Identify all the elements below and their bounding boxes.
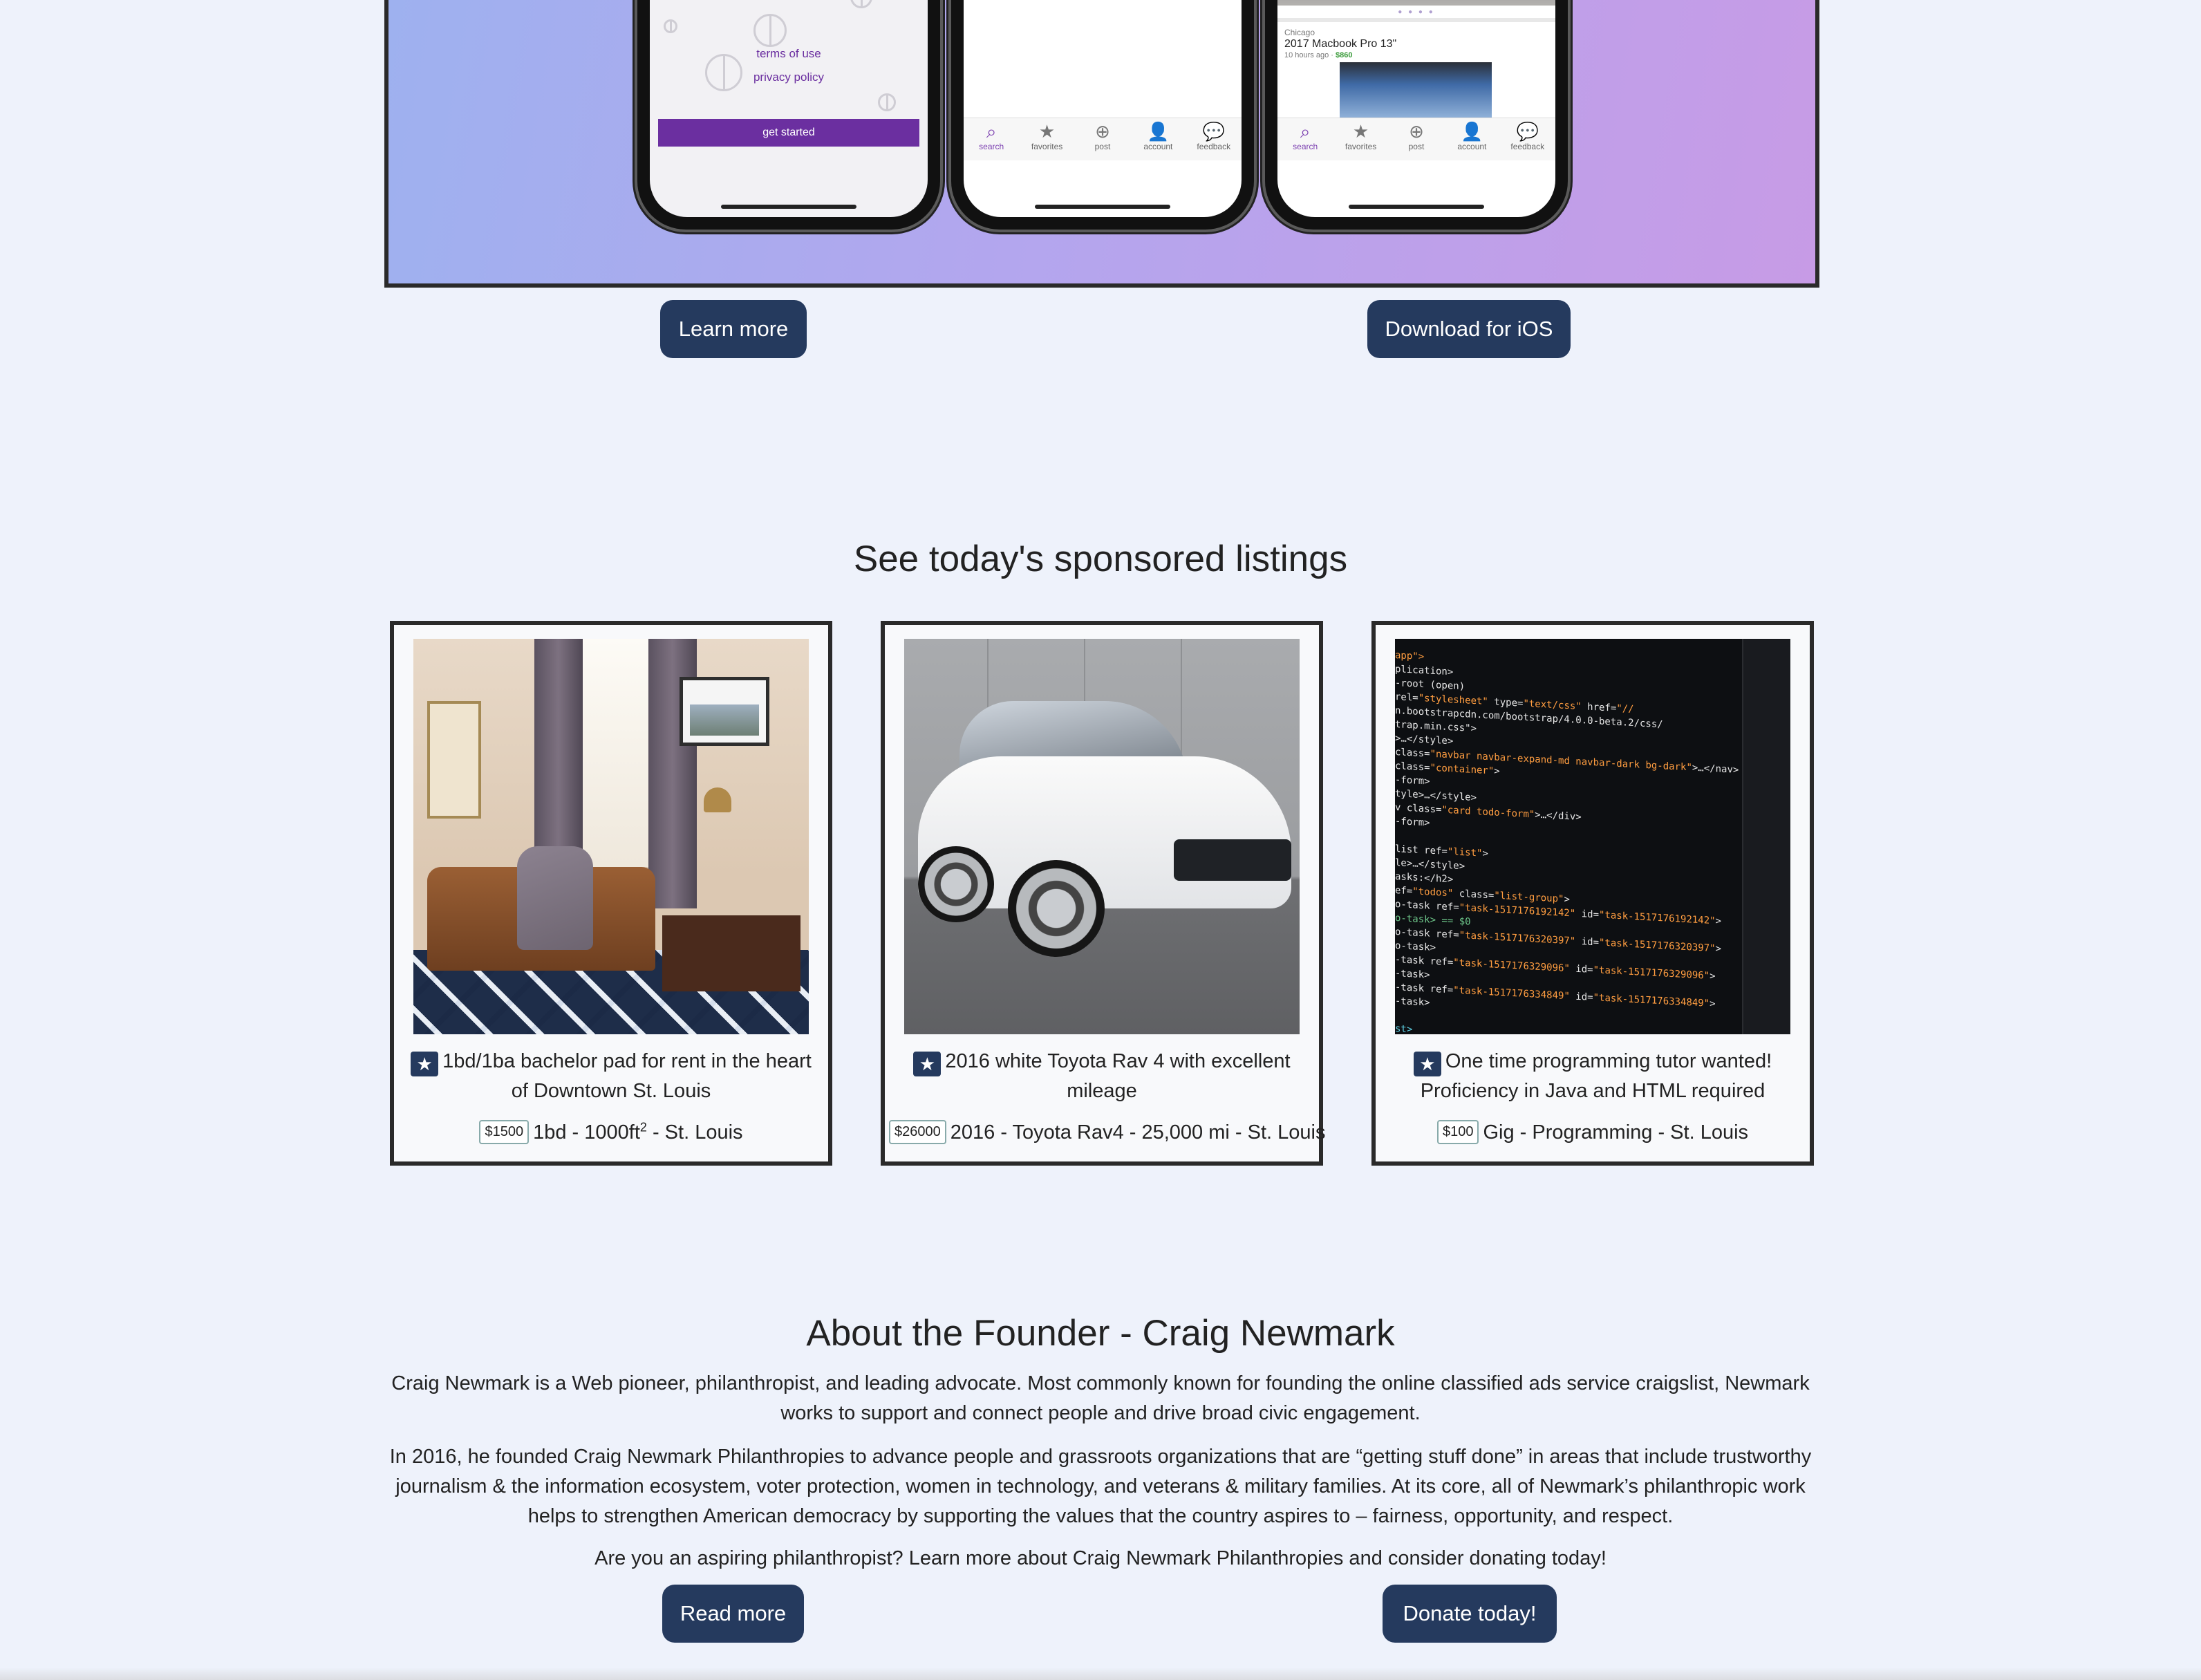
tab-feedback[interactable]: 💬 feedback <box>1501 118 1554 160</box>
listing-meta: 10 hours ago · $860 <box>1284 51 1353 59</box>
sponsored-star-icon: ★ <box>411 1052 439 1076</box>
price-badge: $1500 <box>479 1120 530 1144</box>
living-room-photo[interactable] <box>413 639 809 1034</box>
listing-city: Chicago <box>1284 28 1315 37</box>
tab-feedback[interactable]: 💬 feedback <box>1188 118 1240 160</box>
about-founder-heading: About the Founder - Craig Newmark <box>806 1313 1395 1354</box>
about-paragraph-3: Are you an aspiring philanthropist? Lear… <box>594 1547 1607 1569</box>
phone-screen: terms of use privacy policy get started <box>650 0 928 217</box>
price-badge: $26000 <box>889 1120 946 1144</box>
peace-pattern-icon <box>753 14 787 47</box>
person-icon: 👤 <box>1147 121 1170 142</box>
phone-mockup-empty: services ⌕search ★favorites ⊕post 👤accou… <box>951 0 1254 230</box>
home-indicator <box>721 205 856 209</box>
chat-bubbles-icon: 💬 <box>1202 121 1225 142</box>
tab-bar: ⌕ search ★ favorites ⊕ post 👤 account 💬 feedb… <box>964 118 1242 160</box>
listing-meta: $26000 2016 - Toyota Rav4 - 25,000 mi - S… <box>889 1120 1325 1144</box>
listing-meta: $1500 1bd - 1000ft2 - St. Louis <box>398 1120 824 1144</box>
star-icon: ★ <box>1352 121 1369 142</box>
sponsored-listings-heading: See today's sponsored listings <box>853 539 1348 579</box>
tab-post[interactable]: ⊕ post <box>1076 118 1129 160</box>
tab-bar: ⌕ search ★ favorites ⊕ post 👤 account 💬 feedb… <box>1277 118 1555 160</box>
listing-title[interactable]: ★ One time programming tutor wanted! Prof… <box>1385 1047 1800 1106</box>
listing-card-apartment[interactable]: ★ 1bd/1ba bachelor pad for rent in the he… <box>390 621 832 1166</box>
terms-of-use-link[interactable]: terms of use <box>650 47 928 61</box>
sponsored-star-icon: ★ <box>913 1052 942 1076</box>
home-indicator <box>1349 205 1484 209</box>
tab-favorites[interactable]: ★ favorites <box>1021 118 1074 160</box>
app-showcase-banner: terms of use privacy policy get started … <box>384 0 1819 288</box>
listing-photo <box>1277 0 1555 6</box>
tab-account[interactable]: 👤 account <box>1132 118 1184 160</box>
search-icon: ⌕ <box>1300 121 1311 142</box>
download-ios-button[interactable]: Download for iOS <box>1367 300 1571 358</box>
listing-card-gig[interactable]: app"> plication> -root (open) rel="style… <box>1371 621 1814 1166</box>
listing-title[interactable]: 2017 Macbook Pro 13" <box>1284 38 1396 50</box>
peace-pattern-icon <box>850 0 872 8</box>
listing-thumbnail[interactable] <box>1340 62 1492 118</box>
listing-meta: $100 Gig - Programming - St. Louis <box>1380 1120 1806 1144</box>
home-indicator <box>1035 205 1170 209</box>
star-icon: ★ <box>1038 121 1056 142</box>
code-editor-photo[interactable]: app"> plication> -root (open) rel="style… <box>1395 639 1790 1034</box>
divider <box>1277 18 1555 22</box>
listing-title[interactable]: ★ 2016 white Toyota Rav 4 with excellent … <box>895 1047 1309 1106</box>
phone-mockup-welcome: terms of use privacy policy get started <box>637 0 940 230</box>
listing-card-car[interactable]: ★ 2016 white Toyota Rav 4 with excellent … <box>881 621 1325 1166</box>
white-suv-photo[interactable] <box>904 639 1300 1034</box>
search-icon: ⌕ <box>986 121 997 142</box>
sponsored-star-icon: ★ <box>1413 1052 1441 1076</box>
tab-favorites[interactable]: ★ favorites <box>1335 118 1387 160</box>
phone-screen: ● ● ● ● Chicago 2017 Macbook Pro 13" 10 … <box>1277 0 1555 217</box>
footer-edge <box>0 1668 2201 1680</box>
read-more-button[interactable]: Read more <box>662 1585 804 1643</box>
listing-title[interactable]: ★ 1bd/1ba bachelor pad for rent in the he… <box>404 1047 818 1106</box>
tab-search[interactable]: ⌕ search <box>1279 118 1331 160</box>
phone-screen: services ⌕search ★favorites ⊕post 👤accou… <box>964 0 1242 217</box>
about-paragraph-2: In 2016, he founded Craig Newmark Philan… <box>389 1446 1812 1527</box>
price-badge: $100 <box>1436 1120 1479 1144</box>
peace-pattern-icon <box>664 19 677 33</box>
about-paragraph-1: Craig Newmark is a Web pioneer, philanth… <box>391 1372 1810 1424</box>
peace-pattern-icon <box>878 93 896 111</box>
learn-more-button[interactable]: Learn more <box>660 300 807 358</box>
privacy-policy-link[interactable]: privacy policy <box>650 71 928 84</box>
tab-account[interactable]: 👤 account <box>1445 118 1498 160</box>
phone-mockup-listing: ● ● ● ● Chicago 2017 Macbook Pro 13" 10 … <box>1265 0 1568 230</box>
tab-post[interactable]: ⊕ post <box>1390 118 1443 160</box>
carousel-dots: ● ● ● ● <box>1398 8 1435 16</box>
plus-circle-icon: ⊕ <box>1409 121 1424 142</box>
get-started-button[interactable]: get started <box>658 119 919 147</box>
listing-price: $860 <box>1336 51 1353 59</box>
plus-circle-icon: ⊕ <box>1095 121 1110 142</box>
donate-button[interactable]: Donate today! <box>1383 1585 1557 1643</box>
person-icon: 👤 <box>1461 121 1483 142</box>
page: terms of use privacy policy get started … <box>0 0 2201 1680</box>
chat-bubbles-icon: 💬 <box>1516 121 1539 142</box>
tab-search[interactable]: ⌕ search <box>965 118 1018 160</box>
